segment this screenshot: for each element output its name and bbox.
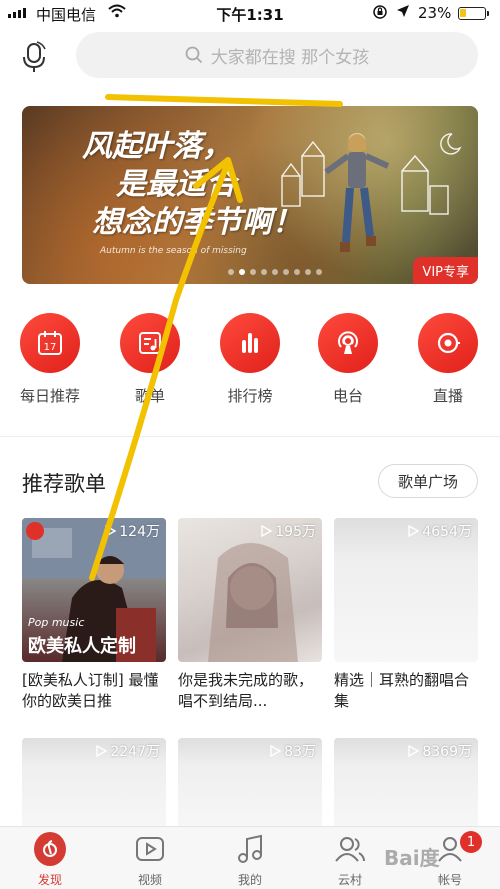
pagination-dot[interactable] <box>261 269 267 275</box>
pagination-dot[interactable] <box>283 269 289 275</box>
play-icon <box>96 745 108 757</box>
pagination-dot[interactable] <box>294 269 300 275</box>
playlist-cover: 8369万 <box>334 738 478 828</box>
tab-discover[interactable]: 发现 <box>10 832 90 888</box>
location-icon <box>396 4 410 22</box>
banner-pagination[interactable] <box>228 269 322 275</box>
tab-label: 发现 <box>37 873 62 887</box>
tab-video[interactable]: 视频 <box>110 833 190 888</box>
play-count: 124万 <box>105 521 160 541</box>
playlist-cover: 195万 <box>178 518 322 662</box>
pagination-dot[interactable] <box>272 269 278 275</box>
tab-label: 云村 <box>337 873 362 887</box>
play-count: 8369万 <box>408 741 472 761</box>
netease-music-icon <box>34 832 66 866</box>
playlist-plaza-button[interactable]: 歌单广场 <box>378 464 478 498</box>
pagination-dot[interactable] <box>305 269 311 275</box>
nav-live[interactable]: 直播 <box>403 313 493 406</box>
vip-badge: VIP专享 <box>413 257 478 284</box>
play-count: 83万 <box>270 741 316 761</box>
play-icon <box>270 745 282 757</box>
promo-banner[interactable]: 风起叶落， 是最适合 想念的季节啊！ Autumn is the season … <box>22 106 478 284</box>
tab-label: 我的 <box>237 873 262 887</box>
nav-label: 电台 <box>332 387 363 405</box>
rotation-lock-icon <box>372 4 388 24</box>
quick-nav: 17 每日推荐 歌单 排行榜 电台 直播 <box>0 313 500 413</box>
playlist-cover: 83万 <box>178 738 322 828</box>
svg-text:17: 17 <box>44 342 57 353</box>
tab-label: 帐号 <box>437 873 462 887</box>
section-title: 推荐歌单 <box>22 472 106 496</box>
watermark: Bai度 <box>384 846 440 870</box>
play-icon <box>408 525 420 537</box>
banner-subline: Autumn is the season of missing <box>100 246 247 256</box>
girl-figure <box>324 133 390 252</box>
calendar-icon: 17 <box>38 331 62 355</box>
playlist-icon <box>139 332 161 354</box>
playlist-title: [欧美私人订制] 最懂你的欧美日推 <box>22 671 159 710</box>
live-icon <box>437 332 460 354</box>
status-bar: 中国电信 下午1:31 23% <box>0 0 500 28</box>
music-note-icon <box>238 834 262 863</box>
private-badge-icon <box>26 522 44 540</box>
playlist-cover: 4654万 <box>334 518 478 662</box>
cover-title: 欧美私人定制 <box>28 636 136 657</box>
play-icon <box>408 745 420 757</box>
divider <box>0 436 500 437</box>
tab-label: 视频 <box>137 873 162 887</box>
battery-icon <box>458 7 489 20</box>
nav-label: 歌单 <box>134 387 165 405</box>
playlist-cover: 124万 Pop music 欧美私人定制 <box>22 518 166 662</box>
playlist-card[interactable]: 195万 你是我未完成的歌，唱不到结局... <box>178 518 322 712</box>
playlist-card[interactable]: 124万 Pop music 欧美私人定制 [欧美私人订制] 最懂你的欧美日推 <box>22 518 166 712</box>
battery-percent: 23% <box>418 4 452 22</box>
play-icon <box>261 525 273 537</box>
nav-charts[interactable]: 排行榜 <box>205 313 295 406</box>
pagination-dot[interactable] <box>228 269 234 275</box>
nav-radio[interactable]: 电台 <box>303 313 393 406</box>
pagination-dot[interactable] <box>250 269 256 275</box>
playlist-card[interactable]: 4654万 精选｜耳熟的翻唱合集 <box>334 518 478 712</box>
nav-daily-recommend[interactable]: 17 每日推荐 <box>5 313 95 406</box>
tab-mine[interactable]: 我的 <box>210 833 290 888</box>
pagination-dot[interactable] <box>316 269 322 275</box>
play-count: 4654万 <box>408 521 472 541</box>
video-icon <box>136 837 164 861</box>
playlist-title: 精选｜耳熟的翻唱合集 <box>334 671 470 710</box>
chart-bars-icon <box>242 333 258 353</box>
search-placeholder: 大家都在搜 那个女孩 <box>210 47 370 68</box>
cover-subtitle: Pop music <box>28 616 85 629</box>
search-input[interactable]: 大家都在搜 那个女孩 <box>76 32 478 78</box>
nav-label: 排行榜 <box>227 387 273 405</box>
mic-icon[interactable] <box>20 40 50 74</box>
banner-headline: 风起叶落， 是最适合 想念的季节啊！ <box>82 129 302 240</box>
nav-label: 每日推荐 <box>19 387 80 405</box>
friends-icon <box>335 837 365 862</box>
tab-cloud-village[interactable]: 云村 <box>310 833 390 888</box>
nav-playlists[interactable]: 歌单 <box>105 313 195 406</box>
playlist-card[interactable]: 8369万 <box>334 738 478 828</box>
playlist-card[interactable]: 2247万 <box>22 738 166 828</box>
play-count: 2247万 <box>96 741 160 761</box>
playlist-cover: 2247万 <box>22 738 166 828</box>
playlist-card[interactable]: 83万 <box>178 738 322 828</box>
play-count: 195万 <box>261 521 316 541</box>
search-icon <box>185 46 202 64</box>
playlist-title: 你是我未完成的歌，唱不到结局... <box>178 671 314 710</box>
pagination-dot[interactable] <box>239 269 245 275</box>
nav-label: 直播 <box>432 387 463 405</box>
notification-badge: 1 <box>460 831 482 853</box>
radio-icon <box>338 331 358 354</box>
play-icon <box>105 525 117 537</box>
